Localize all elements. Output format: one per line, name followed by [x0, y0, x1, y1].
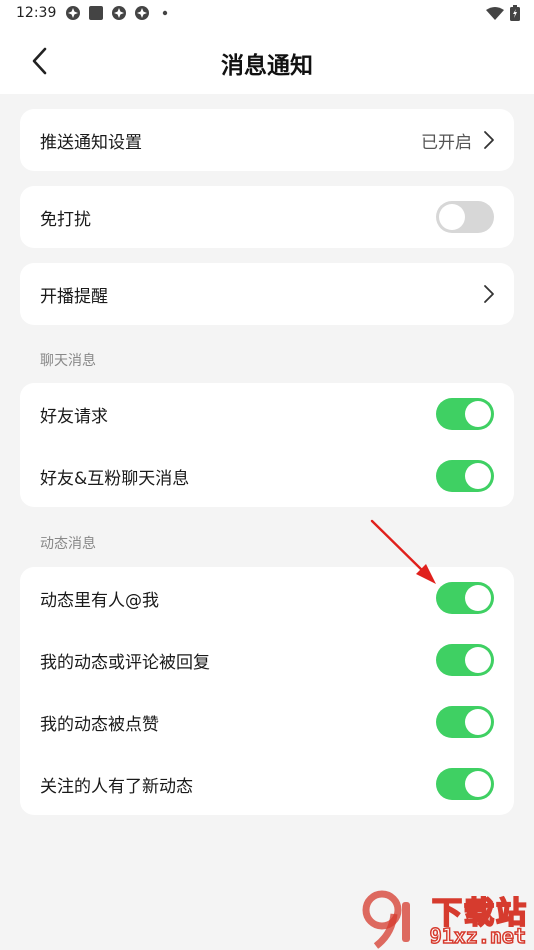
friend-request-label: 好友请求 — [40, 406, 108, 427]
watermark-logo-icon — [362, 890, 410, 949]
wifi-icon — [486, 6, 504, 25]
friend-request-row: 好友请求 — [20, 383, 514, 445]
following-update-row: 关注的人有了新动态 — [20, 753, 514, 815]
mention-label: 动态里有人@我 — [40, 590, 159, 611]
like-label: 我的动态被点赞 — [40, 714, 159, 735]
friend-chat-row: 好友&互粉聊天消息 — [20, 445, 514, 507]
battery-icon — [510, 5, 520, 25]
dnd-row: 免打扰 — [20, 186, 514, 248]
dnd-label: 免打扰 — [40, 209, 91, 230]
annotation-arrow-icon — [370, 519, 436, 584]
toggle-knob — [465, 585, 491, 611]
page-title: 消息通知 — [221, 53, 313, 79]
toggle-knob — [439, 204, 465, 230]
feed-messages-card: 动态里有人@我 我的动态或评论被回复 我的动态被点赞 关注的人有了新动态 — [20, 567, 514, 815]
dnd-toggle[interactable] — [436, 201, 494, 233]
toggle-knob — [465, 463, 491, 489]
app-notification-icon — [64, 4, 82, 22]
friend-chat-label: 好友&互粉聊天消息 — [40, 468, 190, 489]
chat-messages-card: 好友请求 好友&互粉聊天消息 — [20, 383, 514, 507]
toggle-knob — [465, 771, 491, 797]
watermark: 下载站 91xz.net — [358, 886, 532, 950]
chat-section-title: 聊天消息 — [40, 353, 96, 369]
more-dot-icon — [156, 4, 174, 22]
live-reminder-row[interactable]: 开播提醒 — [20, 263, 514, 325]
feed-section-title: 动态消息 — [40, 536, 96, 552]
reply-toggle[interactable] — [436, 644, 494, 676]
chevron-right-icon — [484, 131, 494, 149]
app-notification-icon-3 — [133, 4, 151, 22]
following-update-toggle[interactable] — [436, 768, 494, 800]
status-bar: 12:39 — [0, 0, 534, 28]
push-settings-row[interactable]: 推送通知设置 已开启 — [20, 109, 514, 171]
status-time: 12:39 — [16, 5, 57, 21]
app-notification-icon-2 — [110, 4, 128, 22]
toggle-knob — [465, 401, 491, 427]
live-reminder-label: 开播提醒 — [40, 286, 108, 307]
push-settings-status: 已开启 — [421, 132, 472, 153]
like-row: 我的动态被点赞 — [20, 691, 514, 753]
friend-chat-toggle[interactable] — [436, 460, 494, 492]
reply-label: 我的动态或评论被回复 — [40, 652, 210, 673]
push-settings-label: 推送通知设置 — [40, 132, 142, 153]
toggle-knob — [465, 647, 491, 673]
mention-toggle[interactable] — [436, 582, 494, 614]
friend-request-toggle[interactable] — [436, 398, 494, 430]
dnd-card: 免打扰 — [20, 186, 514, 248]
square-notification-icon — [87, 4, 105, 22]
watermark-site: 91xz.net — [429, 923, 527, 949]
push-settings-card[interactable]: 推送通知设置 已开启 — [20, 109, 514, 171]
app-header: 消息通知 — [0, 28, 534, 94]
reply-row: 我的动态或评论被回复 — [20, 629, 514, 691]
toggle-knob — [465, 709, 491, 735]
system-icons — [486, 5, 520, 25]
notification-icons — [64, 4, 174, 22]
live-reminder-card[interactable]: 开播提醒 — [20, 263, 514, 325]
like-toggle[interactable] — [436, 706, 494, 738]
chevron-right-icon — [484, 285, 494, 303]
following-update-label: 关注的人有了新动态 — [40, 776, 193, 797]
